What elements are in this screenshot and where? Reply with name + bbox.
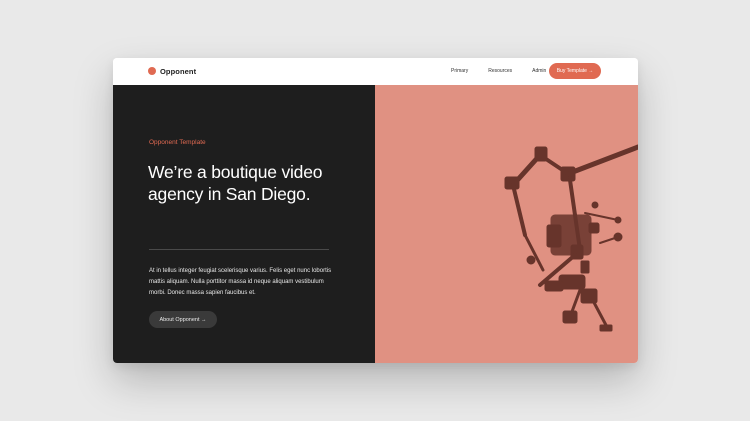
nav-link-admin[interactable]: Admin	[532, 68, 546, 75]
hero-eyebrow: Opponent Template	[149, 139, 206, 146]
browser-window: Opponent Primary Resources Admin Buy Tem…	[113, 58, 638, 363]
navbar: Opponent Primary Resources Admin Buy Tem…	[113, 58, 638, 85]
about-opponent-button[interactable]: About Opponent →	[149, 311, 217, 328]
brand-logo[interactable]: Opponent	[148, 66, 196, 76]
buy-template-button[interactable]: Buy Template →	[549, 63, 601, 79]
hero-divider	[149, 249, 329, 250]
brand-name: Opponent	[160, 66, 197, 76]
hero-body-text: At in tellus integer feugiat scelerisque…	[149, 268, 332, 296]
nav-link-primary[interactable]: Primary	[451, 68, 468, 75]
nav-link-resources[interactable]: Resources	[488, 68, 512, 75]
hero-text-panel: Opponent Template We’re a boutique video…	[113, 85, 375, 363]
hero-image	[375, 85, 638, 363]
camera-rig-image	[504, 144, 638, 332]
hero-headline: We’re a boutique video agency in San Die…	[148, 162, 323, 204]
logo-icon	[148, 67, 156, 75]
